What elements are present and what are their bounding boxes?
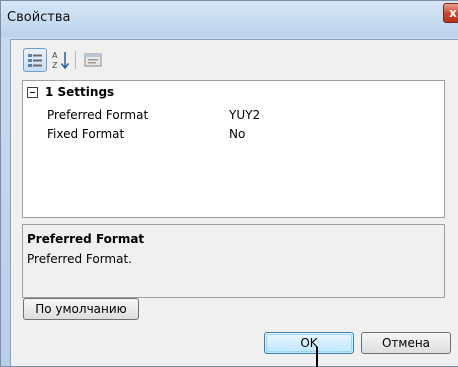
dialog-client-area: A Z 1 Settings Preferred Format YUY2 Fix… [10, 39, 458, 367]
category-row[interactable]: 1 Settings [23, 84, 444, 102]
close-icon: x [449, 6, 457, 20]
mouse-cursor [316, 347, 318, 367]
ok-button[interactable]: OK [264, 332, 354, 354]
property-name: Preferred Format [47, 108, 149, 122]
help-description: Preferred Format. [27, 252, 132, 266]
svg-text:Z: Z [52, 61, 58, 70]
property-grid: 1 Settings Preferred Format YUY2 Fixed F… [22, 80, 445, 218]
property-value[interactable]: No [229, 127, 245, 141]
window-title: Свойства [7, 10, 71, 25]
categorized-icon [28, 54, 42, 67]
category-label: 1 Settings [45, 85, 115, 99]
properties-dialog: Свойства x A Z 1 Settings Preferred Form… [0, 0, 458, 367]
help-title: Preferred Format [27, 232, 145, 246]
property-pages-icon [84, 53, 102, 67]
alphabetical-button[interactable]: A Z [49, 48, 73, 72]
default-button-label: По умолчанию [35, 302, 127, 316]
property-pages-button[interactable] [81, 48, 105, 72]
categorized-button[interactable] [23, 48, 47, 72]
close-button[interactable]: x [443, 3, 458, 23]
property-row-preferred-format[interactable]: Preferred Format YUY2 [23, 105, 444, 124]
property-name: Fixed Format [47, 127, 125, 141]
svg-text:A: A [52, 51, 58, 60]
default-button[interactable]: По умолчанию [23, 298, 139, 320]
cancel-button[interactable]: Отмена [361, 332, 451, 354]
toolbar-separator [75, 51, 76, 69]
property-value[interactable]: YUY2 [229, 108, 260, 122]
cancel-button-label: Отмена [381, 336, 431, 350]
collapse-icon[interactable] [27, 87, 38, 98]
title-bar[interactable]: Свойства x [1, 1, 458, 37]
property-row-fixed-format[interactable]: Fixed Format No [23, 124, 444, 143]
help-panel: Preferred Format Preferred Format. [22, 224, 445, 298]
alphabetical-sort-icon: A Z [52, 51, 70, 70]
